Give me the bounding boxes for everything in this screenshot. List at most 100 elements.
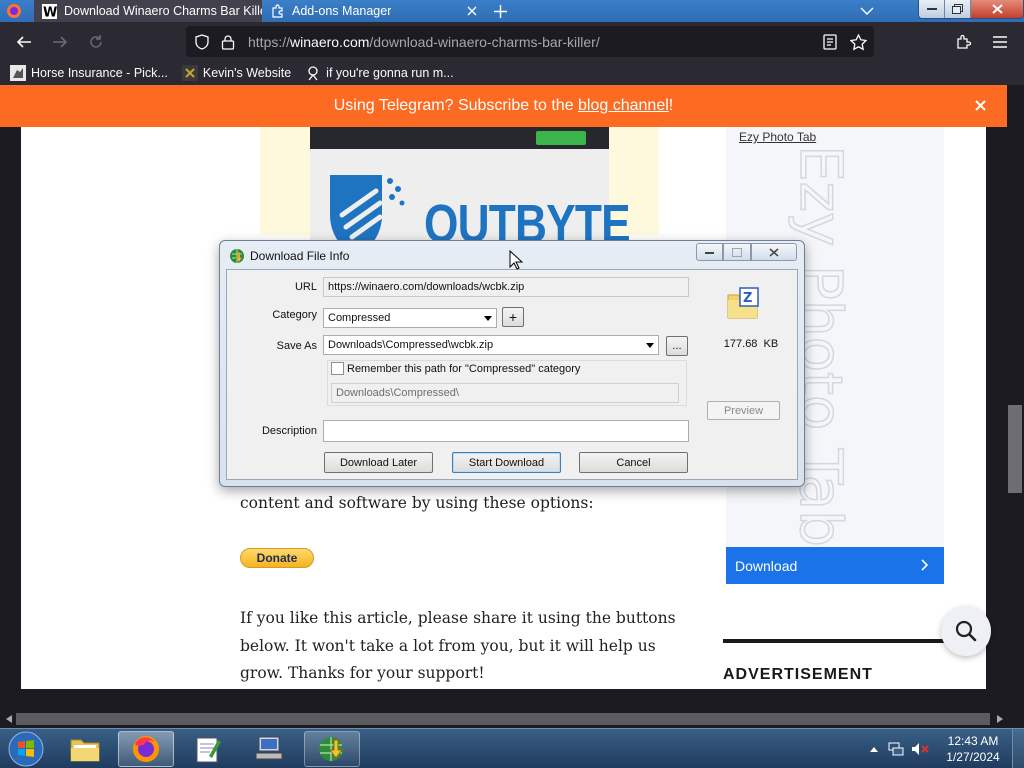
maximize-icon[interactable] [945,0,971,18]
bookmark-icon [305,65,321,81]
file-size: 177.68 KB [723,338,779,350]
tab-title: Add-ons Manager [292,4,392,18]
browse-button[interactable]: ... [666,336,688,356]
firefox-menu-icon[interactable] [4,2,24,20]
page-bottom-gutter [0,689,1007,710]
puzzle-icon [270,4,285,19]
close-banner-icon[interactable] [971,96,989,114]
description-label: Description [261,425,317,437]
blog-channel-link[interactable]: blog channel [578,97,669,115]
dialog-close-icon[interactable] [751,243,797,261]
tracking-protection-icon[interactable] [190,30,214,54]
search-fab[interactable] [941,606,991,656]
taskbar-explorer[interactable] [57,731,113,767]
donate-button[interactable]: Donate [240,548,314,568]
svg-text:W: W [43,5,57,19]
ad-banner-area: OUTBYTE [310,149,631,257]
scroll-thumb[interactable] [1008,405,1022,493]
scroll-thumb-horizontal[interactable] [16,713,990,725]
bookmark-gonna-run[interactable]: if you're gonna run m... [305,65,454,81]
tab-winaero[interactable]: W Download Winaero Charms Bar Kille [34,0,262,22]
bookmarks-toolbar: Horse Insurance - Pick... Kevin's Websit… [0,61,1024,85]
taskbar: 12:43 AM 1/27/2024 [0,728,1024,768]
list-all-tabs-icon[interactable] [856,0,878,22]
vertical-scrollbar[interactable] [1007,85,1024,710]
navigation-toolbar: https://winaero.com/download-winaero-cha… [0,22,1024,61]
lock-icon[interactable] [216,30,240,54]
taskbar-firefox[interactable] [118,731,174,767]
url-text[interactable]: https://winaero.com/download-winaero-cha… [248,34,600,50]
scroll-left-icon[interactable] [3,713,15,725]
description-field[interactable] [323,420,689,442]
ad-green-button [536,131,586,145]
explorer-icon [70,739,100,762]
address-bar[interactable]: https://winaero.com/download-winaero-cha… [186,26,874,57]
url-field[interactable]: https://winaero.com/downloads/wcbk.zip [323,277,689,297]
advertisement-label: ADVERTISEMENT [723,666,873,683]
close-tab-icon[interactable] [464,3,480,19]
section-divider [723,639,945,643]
cancel-button[interactable]: Cancel [579,452,688,473]
start-button[interactable] [3,730,49,768]
horizontal-scrollbar[interactable] [0,710,1024,728]
show-desktop-button[interactable] [1012,729,1024,768]
clock-date: 1/27/2024 [946,750,1000,764]
network-computer-icon [255,736,283,760]
dialog-maximize-icon[interactable] [723,243,751,261]
category-dropdown[interactable]: Compressed [323,308,497,328]
windows-orb-icon [8,731,44,767]
svg-text:Z: Z [743,291,752,306]
dialog-minimize-icon[interactable] [696,243,723,261]
tab-addons-manager[interactable]: Add-ons Manager [262,0,486,22]
forward-icon[interactable] [47,29,73,55]
preview-button[interactable]: Preview [707,401,780,420]
back-icon[interactable] [11,29,37,55]
bookmark-horse-insurance[interactable]: Horse Insurance - Pick... [10,65,168,81]
new-tab-icon[interactable] [487,0,513,22]
notepad-icon [196,737,221,763]
tray-show-hidden-icon[interactable] [866,746,882,752]
extensions-icon[interactable] [951,29,977,55]
remember-path-checkbox[interactable] [331,362,344,375]
scroll-right-icon[interactable] [994,713,1006,725]
dropdown-arrow-icon [484,316,492,321]
telegram-banner: Using Telegram? Subscribe to the blog ch… [0,85,1007,127]
idm-icon [319,737,343,761]
close-window-icon[interactable] [971,0,1023,18]
network-tray-icon[interactable] [884,742,908,756]
save-as-field[interactable]: Downloads\Compressed\wcbk.zip [323,335,659,355]
zip-folder-icon: Z [727,287,759,319]
chevron-right-icon [918,558,932,572]
tab-title: Download Winaero Charms Bar Kille [64,4,262,18]
reload-icon[interactable] [83,29,109,55]
start-download-button[interactable]: Start Download [452,452,561,473]
dialog-title: Download File Info [250,249,350,263]
idm-globe-icon [230,249,244,263]
bookmark-star-icon[interactable] [846,30,870,54]
winaero-w-icon: W [42,3,57,19]
minimize-icon[interactable] [919,0,945,18]
taskbar-network[interactable] [242,731,298,767]
remember-path-label[interactable]: Remember this path for "Compressed" cate… [347,363,580,375]
download-file-info-dialog: Download File Info URL https://winaero.c… [219,240,805,487]
share-text: If you like this article, please share i… [240,609,676,682]
hamburger-menu-icon[interactable] [987,29,1013,55]
system-tray [866,729,932,768]
page-gutter [986,127,1007,689]
window-controls [918,0,1024,19]
default-path-field: Downloads\Compressed\ [331,383,679,403]
bookmark-kevins-website[interactable]: Kevin's Website [181,65,291,81]
clock-time: 12:43 AM [947,734,999,748]
clock[interactable]: 12:43 AM 1/27/2024 [940,733,1006,765]
save-as-label: Save As [276,340,317,352]
download-later-button[interactable]: Download Later [324,452,433,473]
taskbar-notepad[interactable] [180,731,236,767]
volume-muted-icon[interactable] [908,742,932,756]
add-category-button[interactable]: + [502,307,524,327]
site-icon [181,65,198,81]
download-button[interactable]: Download [726,547,944,584]
taskbar-idm[interactable] [304,731,360,767]
category-label: Category [272,309,317,321]
reader-view-icon[interactable] [818,30,842,54]
firefox-icon [133,736,159,762]
